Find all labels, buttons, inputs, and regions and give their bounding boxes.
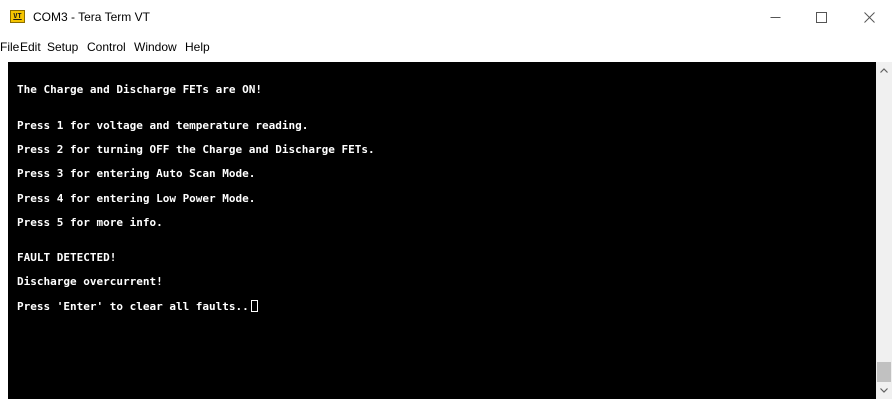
window-title: COM3 - Tera Term VT xyxy=(33,10,150,24)
menu-edit[interactable]: Edit xyxy=(20,39,41,55)
scrollbar-thumb[interactable] xyxy=(877,362,891,382)
terminal-cursor xyxy=(250,300,258,312)
scroll-up-button[interactable] xyxy=(876,62,892,79)
menu-help[interactable]: Help xyxy=(185,39,210,55)
minimize-button[interactable] xyxy=(752,0,798,34)
menu-file[interactable]: File xyxy=(0,39,19,55)
tera-term-app-icon[interactable]: VT xyxy=(10,10,25,23)
tera-term-window: VT COM3 - Tera Term VT File Edit Setup C… xyxy=(0,0,892,399)
menu-bar: File Edit Setup Control Window Help xyxy=(0,34,892,60)
terminal-line: Discharge overcurrent! xyxy=(17,275,163,288)
menu-setup[interactable]: Setup xyxy=(47,39,78,55)
terminal-line: Press 4 for entering Low Power Mode. xyxy=(17,192,256,205)
terminal-prompt-text: Press 'Enter' to clear all faults.. xyxy=(17,300,249,313)
maximize-button[interactable] xyxy=(798,0,844,34)
terminal-line: Press 2 for turning OFF the Charge and D… xyxy=(17,143,375,156)
terminal-prompt-line: Press 'Enter' to clear all faults.. xyxy=(17,300,258,314)
terminal-line: The Charge and Discharge FETs are ON! xyxy=(17,83,263,96)
terminal-line: Press 1 for voltage and temperature read… xyxy=(17,119,309,132)
terminal-line: Press 5 for more info. xyxy=(17,216,163,229)
chevron-down-icon xyxy=(880,388,888,393)
close-icon xyxy=(863,11,875,23)
menu-control[interactable]: Control xyxy=(87,39,126,55)
menu-window[interactable]: Window xyxy=(134,39,177,55)
scroll-down-button[interactable] xyxy=(876,382,892,399)
terminal-line: FAULT DETECTED! xyxy=(17,251,117,264)
title-bar[interactable]: VT COM3 - Tera Term VT xyxy=(0,0,892,34)
chevron-up-icon xyxy=(880,68,888,73)
terminal-screen[interactable]: The Charge and Discharge FETs are ON! Pr… xyxy=(8,62,876,399)
maximize-icon xyxy=(815,11,827,23)
minimize-icon xyxy=(770,16,780,18)
terminal-line: Press 3 for entering Auto Scan Mode. xyxy=(17,167,256,180)
vertical-scrollbar[interactable] xyxy=(876,62,892,399)
close-button[interactable] xyxy=(846,0,892,34)
